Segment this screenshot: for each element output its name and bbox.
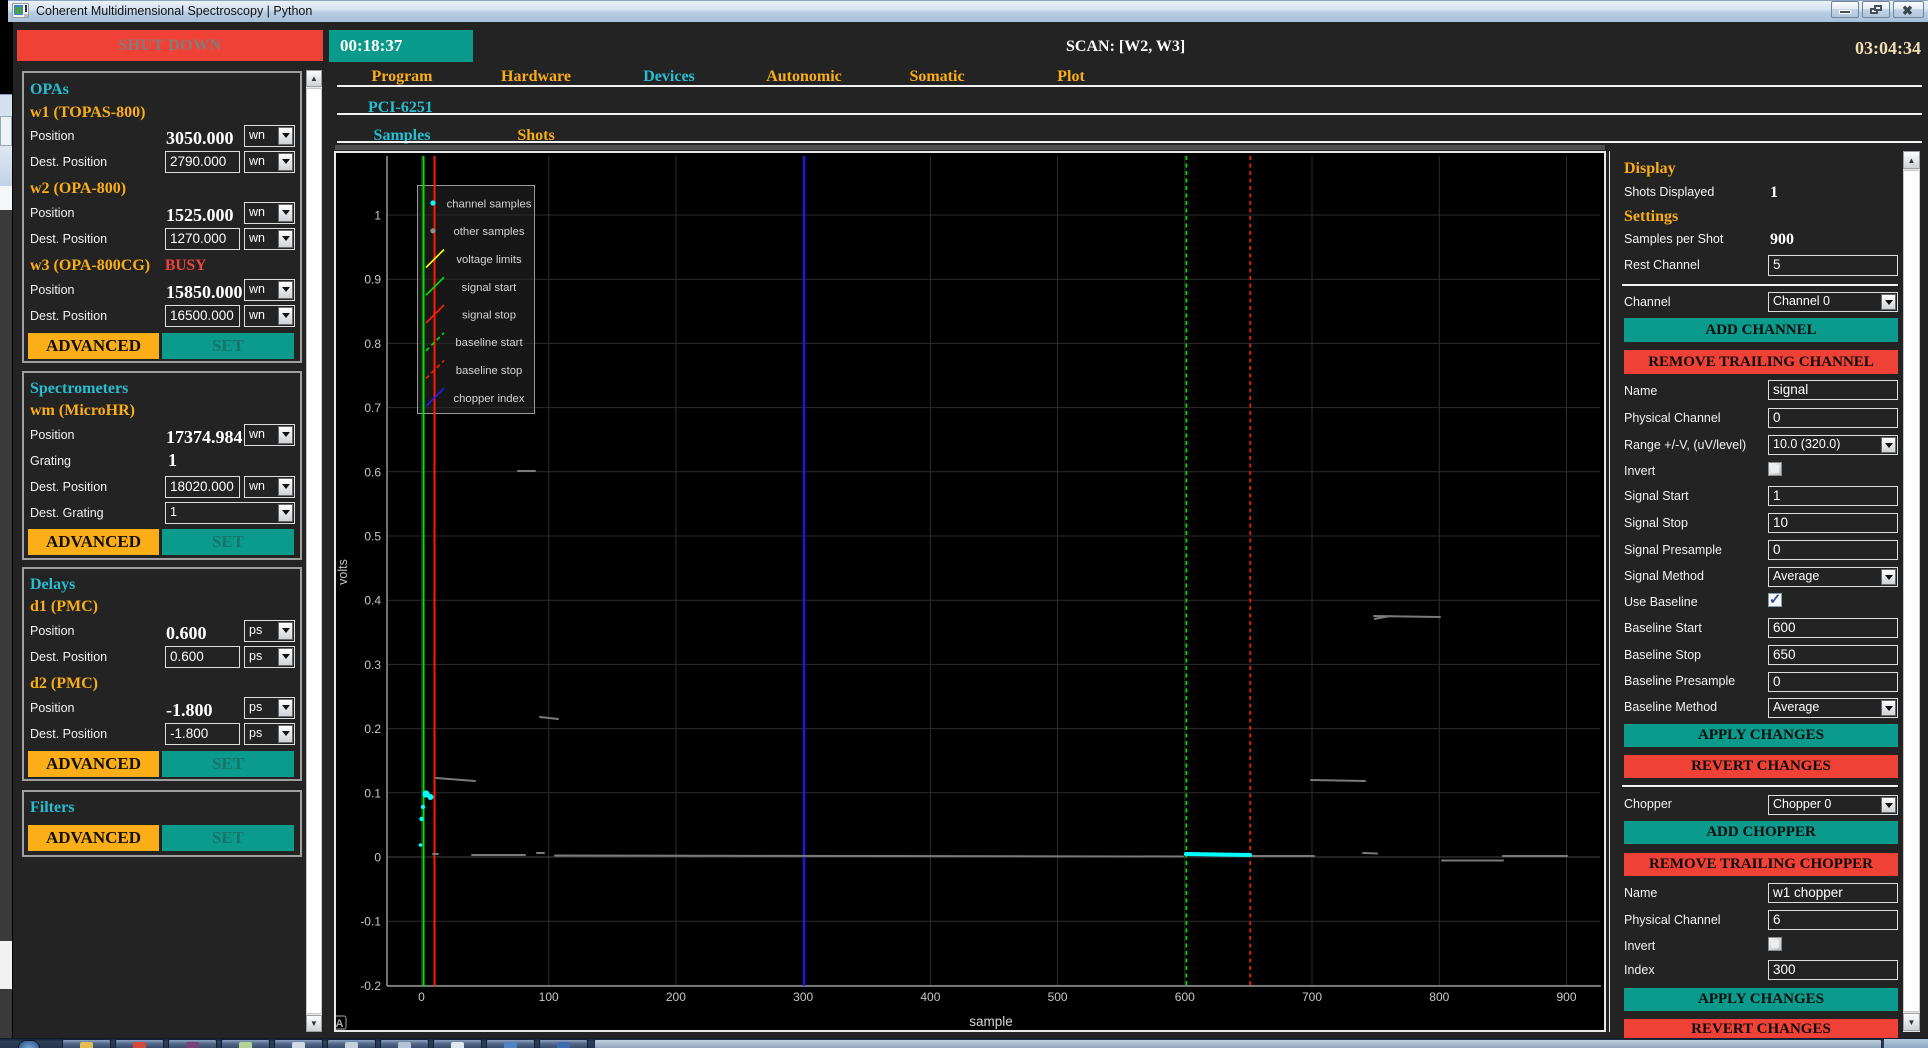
svg-text:1: 1 [374,209,381,223]
svg-text:channel samples: channel samples [447,199,532,211]
svg-text:baseline start: baseline start [455,337,523,349]
svg-text:voltage limits: voltage limits [456,254,522,266]
svg-text:0: 0 [418,990,425,1004]
svg-text:sample: sample [969,1014,1013,1029]
svg-text:-0.2: -0.2 [360,979,381,993]
svg-text:700: 700 [1302,990,1322,1004]
svg-text:0.4: 0.4 [364,594,381,608]
svg-text:0.6: 0.6 [364,465,381,479]
svg-text:0.9: 0.9 [364,273,381,287]
svg-text:chopper index: chopper index [454,393,525,405]
svg-text:-0.1: -0.1 [360,915,381,929]
svg-text:0.7: 0.7 [364,401,381,415]
svg-text:volts: volts [336,559,350,585]
svg-text:A: A [336,1018,344,1030]
svg-text:0.8: 0.8 [364,337,381,351]
svg-text:100: 100 [539,990,559,1004]
svg-text:800: 800 [1429,990,1449,1004]
svg-text:600: 600 [1175,990,1195,1004]
svg-text:400: 400 [920,990,940,1004]
svg-text:900: 900 [1556,990,1576,1004]
svg-text:0.3: 0.3 [364,658,381,672]
svg-text:signal stop: signal stop [462,310,516,322]
svg-text:baseline stop: baseline stop [456,365,523,377]
svg-text:0: 0 [374,851,381,865]
svg-text:0.2: 0.2 [364,722,381,736]
svg-text:0.1: 0.1 [364,786,381,800]
svg-text:200: 200 [666,990,686,1004]
svg-text:other samples: other samples [454,226,525,238]
svg-text:500: 500 [1048,990,1068,1004]
svg-text:300: 300 [793,990,813,1004]
svg-text:signal start: signal start [462,282,517,294]
svg-text:0.5: 0.5 [364,530,381,544]
